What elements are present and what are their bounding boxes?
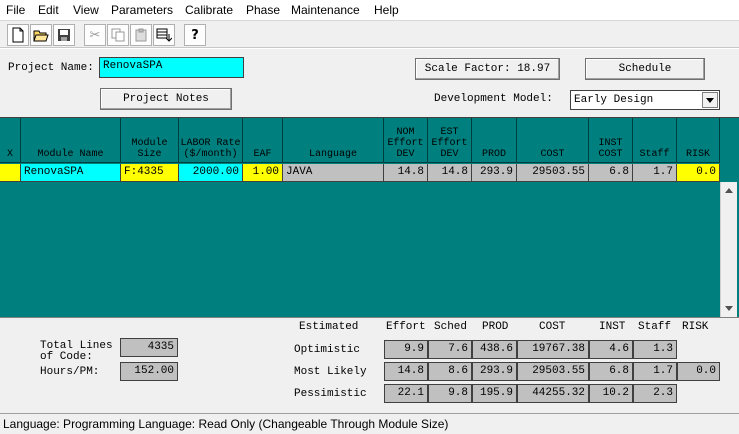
col-header-eaf[interactable]: EAF xyxy=(243,118,283,163)
optimistic-cost: 19767.38 xyxy=(517,340,589,359)
optimistic-label: Optimistic xyxy=(294,344,361,356)
col-header-module-name[interactable]: Module Name xyxy=(21,118,121,163)
menu-view[interactable]: View xyxy=(73,3,99,17)
menu-maintenance[interactable]: Maintenance xyxy=(291,3,360,17)
most-likely-risk: 0.0 xyxy=(677,362,720,381)
schedule-button[interactable]: Schedule xyxy=(585,58,705,80)
menu-parameters[interactable]: Parameters xyxy=(111,3,173,17)
cost-header: COST xyxy=(539,321,566,333)
save-disk-icon[interactable] xyxy=(53,24,75,46)
risk-cell[interactable]: 0.0 xyxy=(677,164,720,182)
optimistic-staff: 1.3 xyxy=(633,340,677,359)
staff-header: Staff xyxy=(638,321,672,333)
most-likely-inst: 6.8 xyxy=(589,362,633,381)
est-effort-cell: 14.8 xyxy=(428,164,472,182)
scroll-down-arrow-icon[interactable] xyxy=(721,300,737,316)
col-header-est-effort[interactable]: EST Effort DEV xyxy=(428,118,472,163)
most-likely-sched: 8.6 xyxy=(428,362,472,381)
most-likely-cost: 29503.55 xyxy=(517,362,589,381)
total-lines-value: 4335 xyxy=(120,338,178,357)
development-model-value: Early Design xyxy=(574,94,654,106)
prod-cell: 293.9 xyxy=(472,164,517,182)
chevron-down-icon[interactable] xyxy=(702,92,718,108)
project-name-input[interactable]: RenovaSPA xyxy=(99,57,244,78)
pessimistic-sched: 9.8 xyxy=(428,384,472,403)
development-model-select[interactable]: Early Design xyxy=(570,90,720,110)
risk-header: RISK xyxy=(682,321,709,333)
menu-help[interactable]: Help xyxy=(374,3,399,17)
inst-header: INST xyxy=(599,321,626,333)
sched-header: Sched xyxy=(434,321,468,333)
new-file-icon[interactable] xyxy=(7,24,29,46)
menu-file[interactable]: File xyxy=(6,3,25,17)
project-name-label: Project Name: xyxy=(8,62,94,74)
optimistic-sched: 7.6 xyxy=(428,340,472,359)
open-folder-icon[interactable] xyxy=(30,24,52,46)
menu-calibrate[interactable]: Calibrate xyxy=(185,3,233,17)
hours-pm-input[interactable]: 152.00 xyxy=(120,362,178,381)
copy-icon[interactable] xyxy=(107,24,129,46)
project-notes-button[interactable]: Project Notes xyxy=(100,88,232,110)
project-form: Project Name: RenovaSPA Scale Factor: 18… xyxy=(0,49,739,117)
staff-cell: 1.7 xyxy=(633,164,677,182)
insert-row-icon[interactable] xyxy=(153,24,175,46)
most-likely-effort: 14.8 xyxy=(384,362,428,381)
toolbar: ✂ ? xyxy=(0,20,739,48)
module-name-cell[interactable]: RenovaSPA xyxy=(21,164,121,182)
most-likely-prod: 293.9 xyxy=(472,362,517,381)
language-cell[interactable]: JAVA xyxy=(283,164,384,182)
optimistic-inst: 4.6 xyxy=(589,340,633,359)
pessimistic-prod: 195.9 xyxy=(472,384,517,403)
vertical-scrollbar[interactable] xyxy=(720,182,737,318)
scale-factor-button[interactable]: Scale Factor: 18.97 xyxy=(415,58,560,80)
col-header-inst-cost[interactable]: INST COST xyxy=(589,118,633,163)
cut-icon[interactable]: ✂ xyxy=(84,24,106,46)
module-size-cell[interactable]: F:4335 xyxy=(121,164,179,182)
row-select-cell[interactable] xyxy=(0,164,21,182)
help-question-icon[interactable]: ? xyxy=(184,24,206,46)
effort-header: Effort xyxy=(386,321,426,333)
col-header-cost[interactable]: COST xyxy=(517,118,589,163)
col-header-x[interactable]: X xyxy=(0,118,21,163)
hours-pm-label: Hours/PM: xyxy=(40,366,100,378)
optimistic-prod: 438.6 xyxy=(472,340,517,359)
col-header-module-size[interactable]: Module Size xyxy=(121,118,179,163)
menu-edit[interactable]: Edit xyxy=(38,3,59,17)
development-model-label: Development Model: xyxy=(434,93,553,105)
labor-rate-cell[interactable]: 2000.00 xyxy=(179,164,243,182)
pessimistic-label: Pessimistic xyxy=(294,388,367,400)
estimated-header: Estimated xyxy=(299,321,359,333)
most-likely-label: Most Likely xyxy=(294,366,367,378)
menubar: File Edit View Parameters Calibrate Phas… xyxy=(0,0,739,20)
total-lines-label: Total Lines of Code: xyxy=(40,340,113,363)
col-header-language[interactable]: Language xyxy=(283,118,384,163)
prod-header: PROD xyxy=(482,321,509,333)
module-grid: X Module Name Module Size LABOR Rate ($/… xyxy=(0,117,739,318)
estimate-summary: Total Lines of Code: 4335 Hours/PM: 152.… xyxy=(0,317,739,413)
menu-phase[interactable]: Phase xyxy=(246,3,280,17)
col-header-nom-effort[interactable]: NOM Effort DEV xyxy=(384,118,428,163)
col-header-prod[interactable]: PROD xyxy=(472,118,517,163)
paste-icon[interactable] xyxy=(130,24,152,46)
optimistic-effort: 9.9 xyxy=(384,340,428,359)
col-header-labor-rate[interactable]: LABOR Rate ($/month) xyxy=(179,118,243,163)
most-likely-staff: 1.7 xyxy=(633,362,677,381)
nom-effort-cell: 14.8 xyxy=(384,164,428,182)
pessimistic-inst: 10.2 xyxy=(589,384,633,403)
cost-cell: 29503.55 xyxy=(517,164,589,182)
col-header-staff[interactable]: Staff xyxy=(633,118,677,163)
status-bar: Language: Programming Language: Read Onl… xyxy=(0,413,739,434)
col-header-risk[interactable]: RISK xyxy=(677,118,720,163)
scroll-up-arrow-icon[interactable] xyxy=(721,182,737,198)
inst-cost-cell: 6.8 xyxy=(589,164,633,182)
pessimistic-staff: 2.3 xyxy=(633,384,677,403)
pessimistic-cost: 44255.32 xyxy=(517,384,589,403)
pessimistic-effort: 22.1 xyxy=(384,384,428,403)
eaf-cell[interactable]: 1.00 xyxy=(243,164,283,182)
